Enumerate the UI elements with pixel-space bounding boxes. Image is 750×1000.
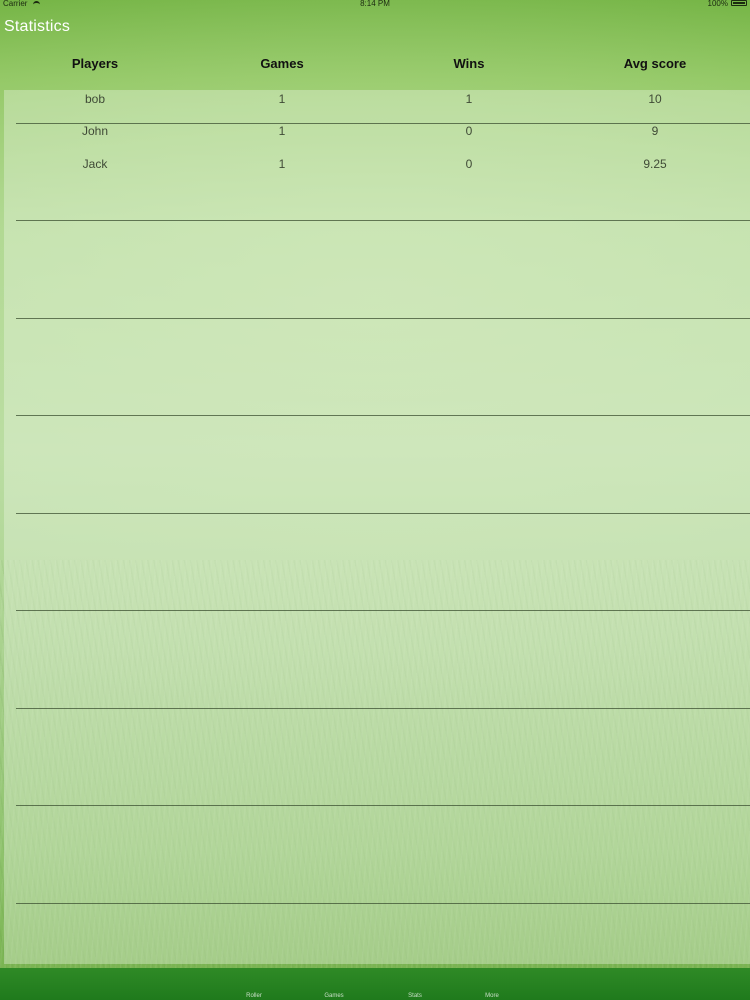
status-bar: Carrier 8:14 PM 100% <box>0 0 750 9</box>
cell-player: Jack <box>82 157 108 171</box>
page-title: Statistics <box>4 18 71 35</box>
cell-games: 1 <box>278 92 286 106</box>
table-header: Players Games Wins Avg score <box>0 52 750 78</box>
column-header-players: Players <box>71 56 119 71</box>
row-divider <box>16 220 750 221</box>
row-divider <box>16 415 750 416</box>
cell-games: 1 <box>278 157 286 171</box>
column-header-games: Games <box>260 56 304 71</box>
cell-avg-score: 10 <box>648 92 662 106</box>
row-divider <box>16 513 750 514</box>
row-divider <box>16 805 750 806</box>
tab-roller[interactable]: Roller <box>234 993 274 999</box>
clock-label: 8:14 PM <box>360 0 390 8</box>
cell-wins: 1 <box>465 92 473 106</box>
row-divider <box>16 708 750 709</box>
cell-avg-score: 9.25 <box>643 157 667 171</box>
battery-percent: 100% <box>707 0 728 8</box>
battery-icon <box>731 0 747 6</box>
row-divider <box>16 610 750 611</box>
column-header-avg-score: Avg score <box>623 56 687 71</box>
cell-games: 1 <box>278 124 286 138</box>
stats-table[interactable] <box>4 90 750 964</box>
column-header-wins: Wins <box>453 56 485 71</box>
cell-player: John <box>81 124 109 138</box>
tab-games[interactable]: Games <box>314 993 354 999</box>
cell-player: bob <box>84 92 106 106</box>
row-divider <box>16 318 750 319</box>
cell-avg-score: 9 <box>651 124 659 138</box>
tab-bar: Roller Games Stats More <box>0 968 750 1000</box>
cell-wins: 0 <box>465 157 473 171</box>
cell-wins: 0 <box>465 124 473 138</box>
row-divider <box>16 903 750 904</box>
tab-more[interactable]: More <box>472 993 512 999</box>
tab-stats[interactable]: Stats <box>395 993 435 999</box>
